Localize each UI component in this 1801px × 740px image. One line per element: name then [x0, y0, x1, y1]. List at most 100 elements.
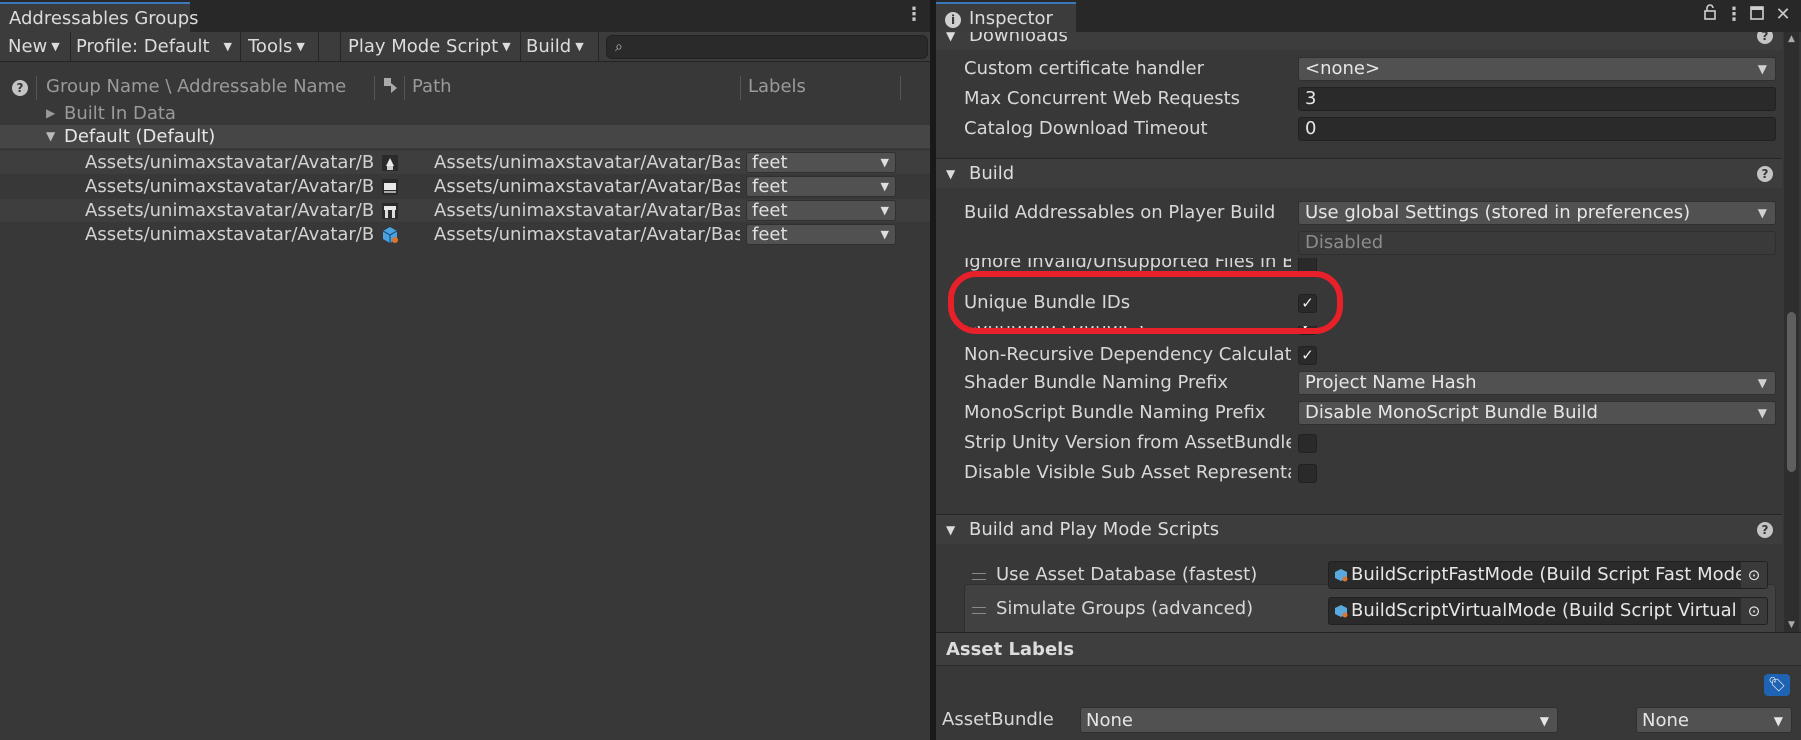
property-label: Catalog Download Timeout [964, 118, 1208, 139]
asset-name: Assets/unimaxstavatar/Avatar/Bas [85, 200, 374, 221]
build-on-player-dropdown[interactable]: Use global Settings (stored in preferenc… [1298, 201, 1776, 225]
table-row[interactable]: Assets/unimaxstavatar/Avatar/Bas Assets/… [0, 175, 930, 198]
toolbar-divider [340, 32, 341, 62]
field-value: 3 [1305, 88, 1317, 109]
tag-icon[interactable]: 🏷 [1764, 674, 1790, 696]
search-input[interactable]: ⌕ [606, 35, 928, 59]
field-value: Project Name Hash [1305, 372, 1477, 393]
assetbundle-name-dropdown[interactable]: None ▼ [1080, 707, 1558, 733]
foldout-open-icon[interactable]: ▼ [946, 32, 955, 51]
section-build[interactable]: ▼ Build ? [936, 158, 1782, 188]
column-divider[interactable] [900, 76, 901, 100]
build-label: Build [526, 36, 572, 57]
help-icon[interactable]: ? [1757, 32, 1773, 44]
new-button[interactable]: New ▼ [8, 34, 60, 60]
table-row[interactable]: Assets/unimaxstavatar/Avatar/Bas Assets/… [0, 199, 930, 222]
drag-handle-icon[interactable] [972, 607, 986, 614]
group-row-built-in[interactable]: ▶ Built In Data [0, 102, 930, 125]
script-label: Use Asset Database (fastest) [996, 564, 1258, 585]
label-dropdown[interactable]: feet ▼ [746, 224, 896, 245]
catalog-timeout-field[interactable]: 0 [1298, 117, 1776, 141]
maximize-icon[interactable] [1746, 0, 1768, 30]
section-title: Build [969, 163, 1015, 184]
asset-name: Assets/unimaxstavatar/Avatar/Bas [85, 176, 374, 197]
scriptable-object-icon [1335, 605, 1348, 618]
object-picker-icon[interactable]: ⊙ [1741, 598, 1767, 624]
label-dropdown[interactable]: feet ▼ [746, 152, 896, 173]
table-row[interactable]: Assets/unimaxstavatar/Avatar/Bas Assets/… [0, 151, 930, 174]
section-build-play-mode-scripts[interactable]: ▼ Build and Play Mode Scripts ? [936, 514, 1782, 544]
dropdown-arrow-icon: ▼ [880, 180, 889, 193]
help-icon[interactable]: ? [1757, 522, 1773, 538]
build-button[interactable]: Build ▼ [526, 34, 584, 60]
foldout-open-icon[interactable]: ▼ [946, 515, 955, 545]
column-header: ? Group Name \ Addressable Name Path Lab… [0, 72, 930, 102]
tab-inspector[interactable]: i Inspector [936, 2, 1076, 32]
tools-button[interactable]: Tools ▼ [248, 34, 305, 60]
foldout-closed-icon[interactable]: ▶ [46, 102, 55, 125]
close-icon[interactable]: ✕ [1772, 0, 1794, 30]
property-label: Strip Unity Version from AssetBundles [964, 432, 1291, 453]
certificate-handler-dropdown[interactable]: <none> ▼ [1298, 57, 1776, 81]
script-object-field[interactable]: BuildScriptFastMode (Build Script Fast M… [1328, 561, 1768, 589]
column-path[interactable]: Path [412, 72, 452, 102]
strip-version-checkbox[interactable] [1298, 434, 1317, 453]
foldout-open-icon[interactable]: ▼ [46, 125, 55, 148]
tab-addressables-groups[interactable]: Addressables Groups [0, 2, 199, 32]
section-downloads[interactable]: ▼ Downloads ? [936, 32, 1782, 50]
list-item[interactable]: Use Asset Database (fastest) BuildScript… [936, 558, 1782, 592]
lock-icon[interactable] [1699, 0, 1721, 30]
tab-title: Inspector [969, 8, 1053, 29]
dropdown-arrow-icon: ▼ [223, 40, 232, 53]
drag-handle-icon[interactable] [972, 573, 986, 580]
section-title: Build and Play Mode Scripts [969, 519, 1220, 540]
table-row[interactable]: Assets/unimaxstavatar/Avatar/Bas Assets/… [0, 223, 930, 246]
dropdown-arrow-icon: ▼ [575, 40, 584, 53]
column-divider[interactable] [740, 76, 741, 100]
scrollbar-thumb[interactable] [1787, 312, 1796, 472]
label-dropdown[interactable]: feet ▼ [746, 176, 896, 197]
non-recursive-checkbox[interactable]: ✓ [1298, 346, 1317, 365]
scroll-up-icon[interactable]: ▲ [1784, 34, 1799, 44]
list-item[interactable]: Simulate Groups (advanced) BuildScriptVi… [936, 592, 1782, 626]
profile-dropdown[interactable]: Profile: Default ▼ [76, 34, 232, 60]
group-row-default[interactable]: ▼ Default (Default) [0, 125, 930, 148]
foldout-open-icon[interactable]: ▼ [946, 159, 955, 189]
column-divider[interactable] [374, 76, 375, 100]
script-label: Simulate Groups (advanced) [996, 598, 1254, 619]
help-icon[interactable]: ? [1757, 166, 1773, 182]
asset-path: Assets/unimaxstavatar/Avatar/Base [434, 176, 740, 197]
script-object-field[interactable]: BuildScriptVirtualMode (Build Script Vir… [1328, 597, 1768, 625]
property-row: Strip Unity Version from AssetBundles [936, 430, 1782, 456]
label-dropdown[interactable]: feet ▼ [746, 200, 896, 221]
object-picker-icon[interactable]: ⊙ [1741, 562, 1767, 588]
scroll-down-icon[interactable]: ▼ [1784, 620, 1799, 630]
kebab-menu-icon[interactable]: ⋮ [904, 0, 924, 30]
kebab-menu-icon[interactable]: ⋮ [1724, 0, 1744, 30]
play-mode-script-button[interactable]: Play Mode Script ▼ [348, 34, 511, 60]
assetbundle-variant-dropdown[interactable]: None ▼ [1636, 707, 1792, 733]
shader-prefix-dropdown[interactable]: Project Name Hash ▼ [1298, 371, 1776, 395]
column-group-name[interactable]: Group Name \ Addressable Name [46, 72, 346, 102]
property-row: Max Concurrent Web Requests 3 [936, 86, 1782, 112]
field-value: 0 [1305, 118, 1317, 139]
vertical-scrollbar[interactable]: ▲ ▼ [1784, 32, 1799, 632]
dropdown-arrow-icon: ▼ [1539, 714, 1549, 728]
column-divider[interactable] [404, 76, 405, 100]
mesh-preview-icon [380, 154, 400, 172]
play-mode-label: Play Mode Script [348, 36, 499, 57]
asset-name: Assets/unimaxstavatar/Avatar/Bas [85, 224, 374, 245]
toolbar-divider [240, 32, 241, 62]
field-value: BuildScriptVirtualMode (Build Script Vir… [1351, 600, 1768, 621]
disabled-field: Disabled [1298, 231, 1776, 255]
monoscript-prefix-dropdown[interactable]: Disable MonoScript Bundle Build ▼ [1298, 401, 1776, 425]
property-row: Build Addressables on Player Build Use g… [936, 200, 1782, 226]
dropdown-arrow-icon: ▼ [51, 40, 60, 53]
section-title: Downloads [969, 32, 1068, 46]
disable-visible-sub-asset-checkbox[interactable] [1298, 464, 1317, 483]
property-label: MonoScript Bundle Naming Prefix [964, 402, 1266, 423]
column-divider[interactable] [36, 76, 37, 100]
help-icon[interactable]: ? [12, 72, 28, 102]
column-labels[interactable]: Labels [748, 72, 806, 102]
max-web-requests-field[interactable]: 3 [1298, 87, 1776, 111]
